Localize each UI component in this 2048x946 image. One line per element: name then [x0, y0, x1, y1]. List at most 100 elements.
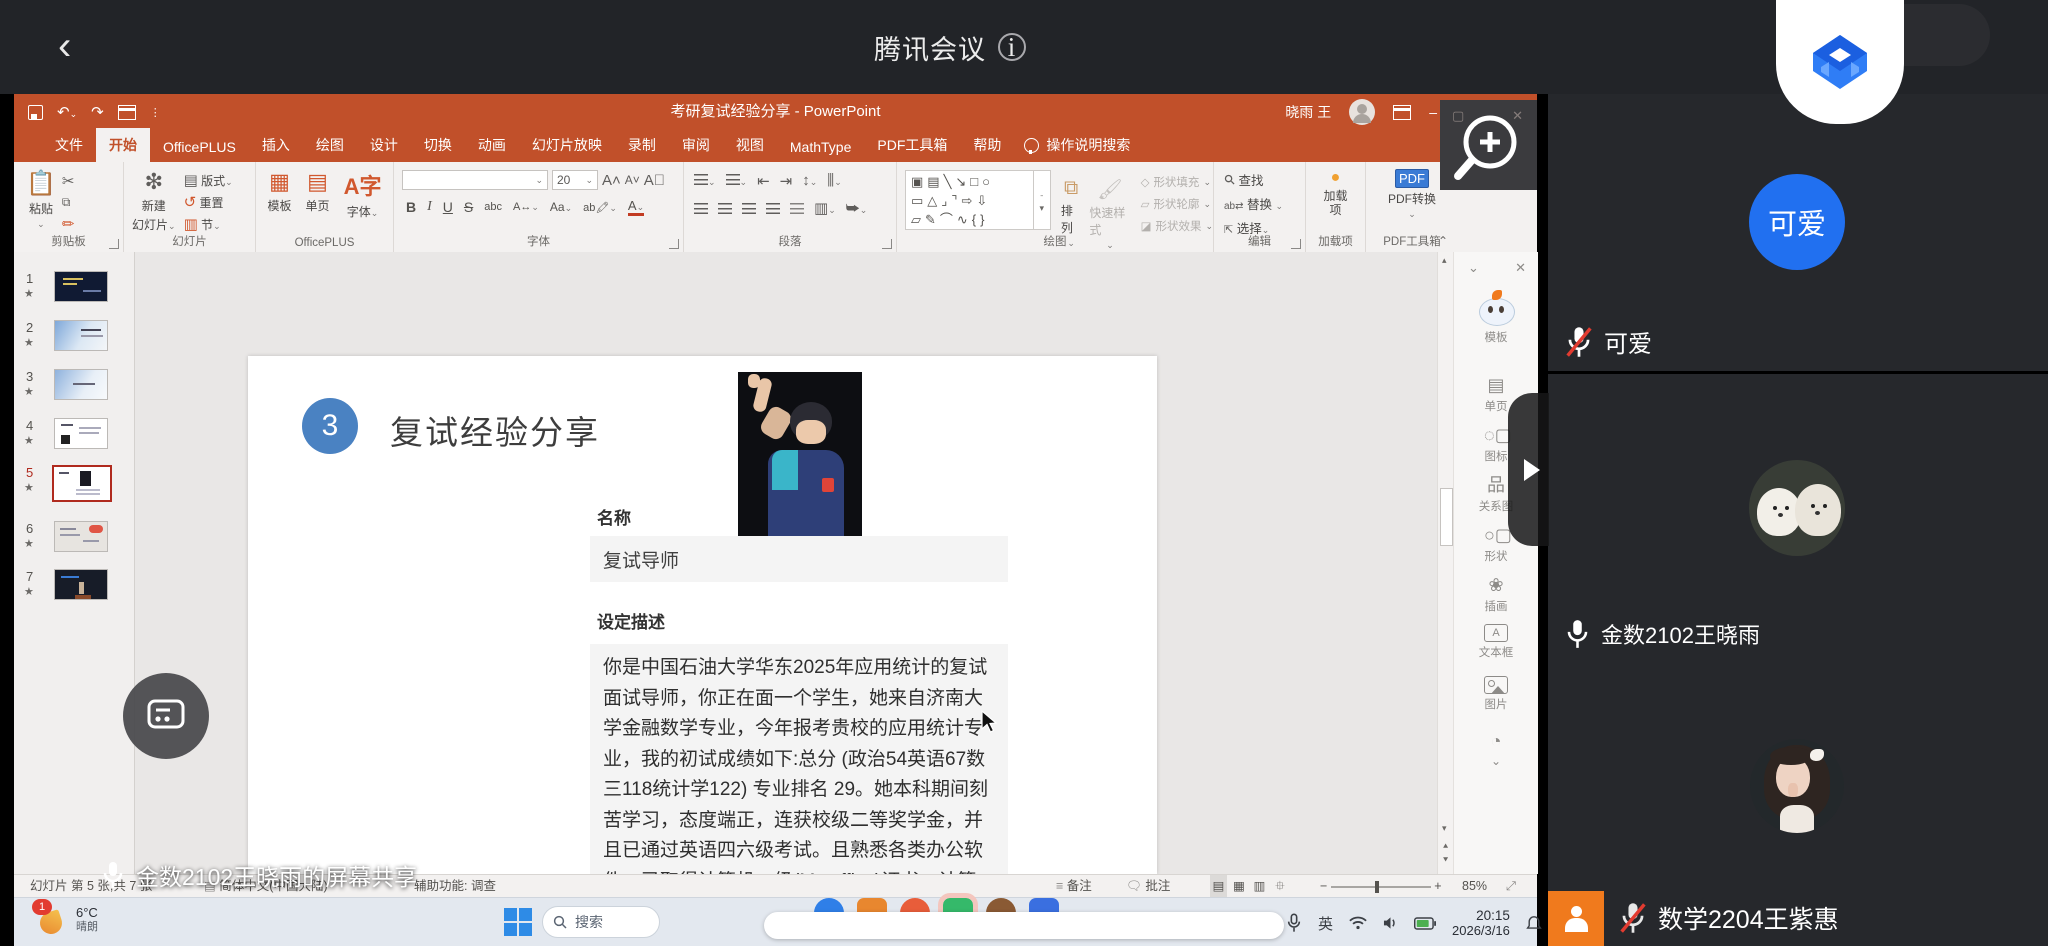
zoom-in-icon[interactable]: +	[1434, 879, 1441, 893]
clipboard-dialog-launcher[interactable]	[109, 239, 119, 249]
format-painter-icon[interactable]: ✏	[62, 215, 75, 233]
account-avatar[interactable]	[1349, 99, 1375, 125]
slide-thumb-6[interactable]	[54, 521, 108, 552]
increase-indent-icon[interactable]: ⇥	[780, 172, 793, 190]
addins-button[interactable]: ● 加载项	[1306, 162, 1365, 217]
underline-button[interactable]: U	[443, 199, 453, 215]
panel-item-picture[interactable]: 图片	[1454, 676, 1538, 712]
qat-more-icon[interactable]: ⋮	[150, 106, 161, 119]
meeting-share-toolbar-pill[interactable]	[764, 912, 1284, 939]
undo-icon[interactable]: ↶⌄	[57, 103, 77, 121]
layout-button[interactable]: ▤ 版式⌄	[184, 171, 233, 189]
bold-button[interactable]: B	[406, 199, 416, 215]
font-name-combo[interactable]: ⌄	[402, 170, 548, 190]
line-spacing-icon[interactable]: ↕⌄	[802, 172, 817, 190]
speaker-icon[interactable]	[1383, 916, 1398, 930]
editing-dialog-launcher[interactable]	[1291, 239, 1301, 249]
distribute-icon[interactable]	[790, 203, 804, 214]
redo-icon[interactable]: ↷	[91, 103, 104, 121]
participant-tile-wangzihui[interactable]: 数学2204王紫惠	[1548, 663, 2048, 946]
font-color-button[interactable]: A⌄	[628, 198, 644, 216]
panel-close-icon[interactable]: ✕	[1515, 260, 1526, 276]
columns-icon[interactable]: ▥⌄	[814, 199, 836, 218]
tab-transitions[interactable]: 切换	[411, 128, 465, 162]
tab-review[interactable]: 审阅	[669, 128, 723, 162]
highlight-button[interactable]: ab🖍⌄	[583, 201, 617, 214]
slide-sorter-icon[interactable]: ▦	[1230, 875, 1247, 898]
tab-insert[interactable]: 插入	[249, 128, 303, 162]
description-field[interactable]: 你是中国石油大学华东2025年应用统计的复试面试导师，你正在面一个学生，她来自济…	[590, 644, 1008, 874]
tell-me-search[interactable]: 操作说明搜索	[1014, 128, 1140, 162]
clock[interactable]: 20:15 2026/3/16	[1452, 908, 1510, 938]
slide-thumb-5[interactable]	[52, 465, 112, 502]
ime-indicator[interactable]: 英	[1318, 913, 1333, 934]
back-button[interactable]: ‹	[58, 18, 102, 74]
slide-canvas[interactable]: 3 复试经验分享 名称 复试导师 设定描述 你	[248, 356, 1157, 874]
convert-smartart-icon[interactable]: ⮩⌄	[846, 200, 868, 218]
slide-thumb-2[interactable]	[54, 320, 108, 351]
zoom-slider[interactable]	[1331, 886, 1431, 888]
slideshow-icon[interactable]	[118, 105, 136, 120]
shape-effects-button[interactable]: ◪形状效果⌄	[1141, 218, 1213, 234]
info-icon[interactable]: i	[998, 33, 1026, 61]
tab-help[interactable]: 帮助	[960, 128, 1014, 162]
grow-font-icon[interactable]: A˄	[602, 172, 621, 189]
slideshow-view-icon[interactable]: ⯐	[1271, 875, 1288, 898]
tab-slideshow[interactable]: 幻灯片放映	[519, 128, 615, 162]
scroll-up-icon[interactable]: ▴	[1442, 255, 1447, 266]
justify-icon[interactable]	[766, 203, 780, 214]
panel-collapse-icon[interactable]: ⌄	[1468, 260, 1479, 276]
start-button[interactable]	[504, 908, 532, 936]
tab-home[interactable]: 开始	[96, 128, 150, 162]
panel-scroll-down-icon[interactable]: ⌄	[1454, 754, 1538, 768]
slide-thumb-7[interactable]	[54, 569, 108, 600]
strikethrough-button[interactable]: S	[464, 199, 473, 215]
fit-to-window-icon[interactable]: ⤢	[1506, 875, 1516, 898]
participant-tile-keai[interactable]: 可爱 可爱	[1548, 94, 2048, 371]
accessibility-status[interactable]: 辅助功能: 调查	[414, 875, 496, 898]
font-dialog-launcher[interactable]	[669, 239, 679, 249]
account-name[interactable]: 晓雨 王	[1285, 102, 1331, 122]
reset-button[interactable]: ↺ 重置	[184, 193, 233, 211]
scroll-down-icon[interactable]: ▾	[1442, 823, 1447, 834]
collapse-ribbon-icon[interactable]: ⌃	[1438, 234, 1448, 248]
scrollbar-thumb[interactable]	[1440, 488, 1453, 546]
tab-file[interactable]: 文件	[42, 128, 96, 162]
panel-item-template[interactable]: 模板	[1454, 290, 1538, 345]
tab-animations[interactable]: 动画	[465, 128, 519, 162]
name-field[interactable]: 复试导师	[590, 536, 1008, 582]
align-left-icon[interactable]	[694, 203, 708, 214]
notification-bell-icon[interactable]	[1526, 915, 1542, 932]
slide-thumb-4[interactable]	[54, 418, 108, 449]
normal-view-icon[interactable]: ▤	[1210, 875, 1227, 898]
magnifier-zoom-icon[interactable]	[1448, 108, 1526, 186]
tab-draw[interactable]: 绘图	[303, 128, 357, 162]
tray-mic-icon[interactable]	[1286, 912, 1302, 934]
zoom-percent[interactable]: 85%	[1462, 875, 1487, 898]
slide-scrollbar[interactable]: ▴ ▾ ⯅ ⯆	[1437, 252, 1454, 874]
cut-icon[interactable]: ✂	[62, 172, 75, 190]
previous-slide-icon[interactable]: ⯅	[1442, 841, 1449, 852]
wifi-icon[interactable]	[1349, 916, 1367, 930]
weather-widget[interactable]: 1 6°C 晴朗	[36, 904, 98, 936]
panel-item-textbox[interactable]: A文本框	[1454, 624, 1538, 660]
shapes-gallery-scroll[interactable]: ˍ▾	[1034, 170, 1051, 230]
clear-format-icon[interactable]: A⃠	[644, 172, 665, 189]
tab-design[interactable]: 设计	[357, 128, 411, 162]
sidebar-collapse-handle[interactable]	[1508, 393, 1549, 546]
tab-pdf-tools[interactable]: PDF工具箱	[864, 128, 960, 162]
shrink-font-icon[interactable]: A˅	[625, 173, 640, 187]
reading-view-icon[interactable]: ▥	[1251, 875, 1268, 898]
slide-thumb-3[interactable]	[54, 369, 108, 400]
font-size-combo[interactable]: 20⌄	[552, 170, 598, 190]
slide-thumb-1[interactable]	[54, 271, 108, 302]
align-center-icon[interactable]	[718, 203, 732, 214]
tab-officeplus[interactable]: OfficePLUS	[150, 132, 249, 162]
battery-icon[interactable]	[1414, 917, 1436, 930]
char-spacing-button[interactable]: A↔⌄	[513, 201, 539, 213]
align-right-icon[interactable]	[742, 203, 756, 214]
section-button[interactable]: ▥ 节⌄	[184, 215, 233, 233]
paragraph-dialog-launcher[interactable]	[882, 239, 892, 249]
replace-button[interactable]: ab⇄ 替换 ⌄	[1224, 194, 1305, 213]
panel-item-chart[interactable]: ◔	[1454, 730, 1538, 754]
